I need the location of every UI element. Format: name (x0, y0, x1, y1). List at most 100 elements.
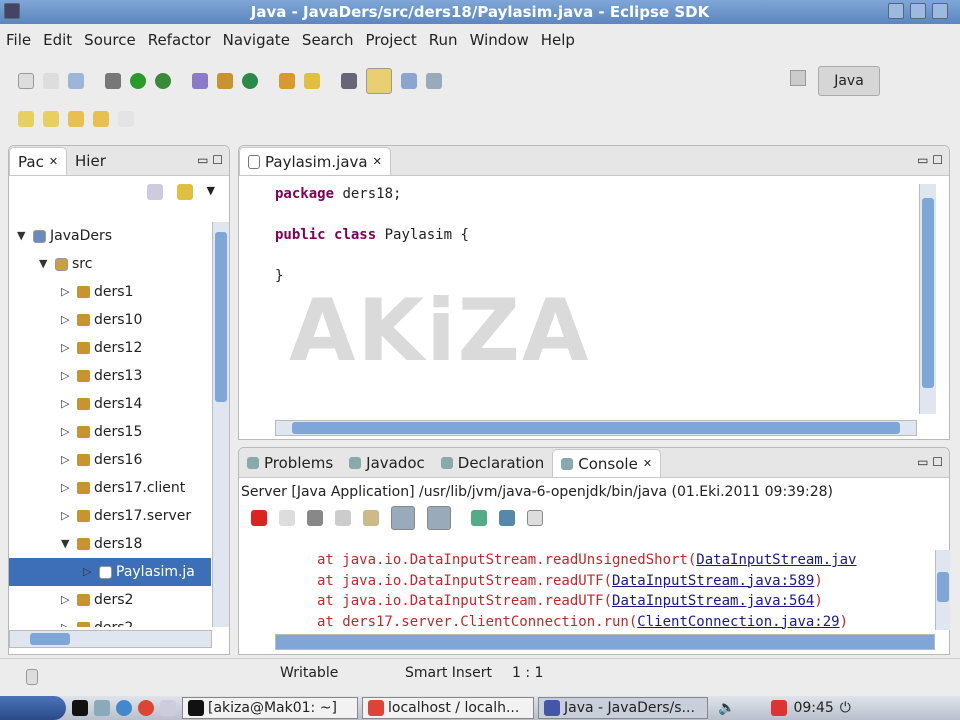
minimize-maximize-icons[interactable]: ▭ ☐ (191, 153, 229, 175)
scroll-lock-icon[interactable] (363, 510, 379, 526)
view-menu-icon[interactable]: ▼ (207, 184, 215, 200)
collapsed-arrow-icon[interactable]: ▷ (83, 558, 95, 586)
tree-item[interactable]: ▼ ders18 (9, 530, 211, 558)
collapsed-arrow-icon[interactable]: ▷ (61, 278, 73, 306)
collapsed-arrow-icon[interactable]: ▷ (61, 334, 73, 362)
open-console-icon[interactable] (527, 510, 543, 526)
tree-item[interactable]: ▷ ders17.client (9, 474, 211, 502)
editor-scrollbar[interactable] (919, 184, 936, 414)
tab-javadoc[interactable]: Javadoc (341, 449, 433, 477)
back-icon[interactable] (93, 111, 109, 127)
previous-annotation-icon[interactable] (43, 111, 59, 127)
save-icon[interactable] (43, 73, 59, 89)
expanded-arrow-icon[interactable]: ▼ (39, 250, 51, 278)
new-icon[interactable] (18, 73, 34, 89)
menu-search[interactable]: Search (296, 28, 360, 52)
collapsed-arrow-icon[interactable]: ▷ (61, 390, 73, 418)
show-stdout-icon[interactable] (391, 506, 415, 530)
menu-run[interactable]: Run (423, 28, 464, 52)
minimize-button[interactable] (888, 3, 904, 19)
display-console-icon[interactable] (499, 510, 515, 526)
collapsed-arrow-icon[interactable]: ▷ (61, 418, 73, 446)
source-link[interactable]: DataInputStream.jav (696, 552, 856, 568)
tree-item[interactable]: ▷ ders14 (9, 390, 211, 418)
fast-view-icon[interactable] (26, 669, 38, 685)
source-link[interactable]: DataInputStream.java:564 (612, 593, 814, 609)
tab-editor-file[interactable]: Paylasim.java ✕ (239, 147, 391, 175)
console-hscrollbar[interactable] (275, 634, 935, 650)
next-annotation-icon[interactable] (18, 111, 34, 127)
remove-all-icon[interactable] (307, 510, 323, 526)
desktop-launcher-icon[interactable] (160, 700, 176, 716)
code-editor[interactable]: package ders18; public class Paylasim {} (275, 184, 469, 287)
browser-launcher-icon[interactable] (116, 700, 132, 716)
explorer-scrollbar[interactable] (212, 222, 229, 627)
power-icon[interactable]: ⏻ (840, 700, 851, 716)
collapsed-arrow-icon[interactable]: ▷ (61, 306, 73, 334)
open-type-icon[interactable] (279, 73, 295, 89)
external-tools-icon[interactable] (155, 73, 171, 89)
close-icon[interactable]: ✕ (373, 155, 382, 168)
link-editor-icon[interactable] (176, 184, 193, 200)
taskbar-task[interactable]: Java - JavaDers/s... (538, 697, 708, 719)
tree-item[interactable]: ▷ ders10 (9, 306, 211, 334)
new-class-icon[interactable] (242, 73, 258, 89)
close-button[interactable] (932, 3, 948, 19)
menu-refactor[interactable]: Refactor (142, 28, 217, 52)
menu-window[interactable]: Window (464, 28, 535, 52)
file-manager-launcher-icon[interactable] (94, 700, 110, 716)
tray-icon[interactable] (771, 700, 788, 716)
search-icon[interactable] (304, 73, 320, 89)
tab-declaration[interactable]: Declaration (433, 449, 552, 477)
block-selection-icon[interactable] (401, 73, 417, 89)
mark-occurrences-icon[interactable] (366, 68, 392, 94)
console-output[interactable]: at java.io.DataInputStream.readUnsignedS… (317, 550, 933, 632)
menu-help[interactable]: Help (535, 28, 581, 52)
menu-navigate[interactable]: Navigate (217, 28, 296, 52)
console-scrollbar[interactable] (935, 550, 950, 630)
minimize-maximize-icons[interactable]: ▭ ☐ (911, 153, 949, 175)
open-perspective-icon[interactable] (790, 70, 806, 86)
tree-item[interactable]: ▷ ders2 (9, 586, 211, 614)
terminate-icon[interactable] (251, 510, 267, 526)
taskbar-task[interactable]: [akiza@Mak01: ~] (182, 697, 358, 719)
menu-source[interactable]: Source (78, 28, 142, 52)
tree-item[interactable]: ▷ ders1 (9, 278, 211, 306)
tab-hierarchy[interactable]: Hier (67, 147, 114, 175)
tree-item[interactable]: ▼ src (9, 250, 211, 278)
menu-project[interactable]: Project (359, 28, 422, 52)
chrome-launcher-icon[interactable] (138, 700, 154, 716)
new-project-icon[interactable] (192, 73, 208, 89)
clear-console-icon[interactable] (335, 510, 351, 526)
collapsed-arrow-icon[interactable]: ▷ (61, 446, 73, 474)
menu-edit[interactable]: Edit (37, 28, 78, 52)
source-link[interactable]: DataInputStream.java:589 (612, 573, 814, 589)
editor-hscrollbar[interactable] (275, 420, 917, 436)
minimize-maximize-icons[interactable]: ▭ ☐ (911, 455, 949, 477)
tab-console[interactable]: Console ✕ (552, 449, 662, 477)
debug-icon[interactable] (105, 73, 121, 89)
show-whitespace-icon[interactable] (426, 73, 442, 89)
tab-problems[interactable]: Problems (239, 449, 341, 477)
expanded-arrow-icon[interactable]: ▼ (17, 222, 29, 250)
collapsed-arrow-icon[interactable]: ▷ (61, 362, 73, 390)
forward-icon[interactable] (118, 111, 134, 127)
pin-console-icon[interactable] (471, 510, 487, 526)
annotation-icon[interactable] (341, 73, 357, 89)
collapsed-arrow-icon[interactable]: ▷ (61, 586, 73, 614)
terminal-launcher-icon[interactable] (72, 700, 88, 716)
last-edit-icon[interactable] (68, 111, 84, 127)
maximize-button[interactable] (910, 3, 926, 19)
show-stderr-icon[interactable] (427, 506, 451, 530)
tree-item[interactable]: ▷ ders2 (9, 614, 211, 627)
tab-package-explorer[interactable]: Pac ✕ (9, 147, 68, 175)
volume-icon[interactable]: 🔈 (718, 700, 735, 716)
collapsed-arrow-icon[interactable]: ▷ (61, 502, 73, 530)
collapse-all-icon[interactable] (146, 184, 163, 200)
taskbar-task[interactable]: localhost / localh... (362, 697, 534, 719)
tree-item[interactable]: ▷ ders13 (9, 362, 211, 390)
tree-item[interactable]: ▷ ders17.server (9, 502, 211, 530)
remove-launch-icon[interactable] (279, 510, 295, 526)
java-perspective-button[interactable]: Java (818, 66, 880, 96)
source-link[interactable]: ClientConnection.java:29 (637, 614, 839, 630)
